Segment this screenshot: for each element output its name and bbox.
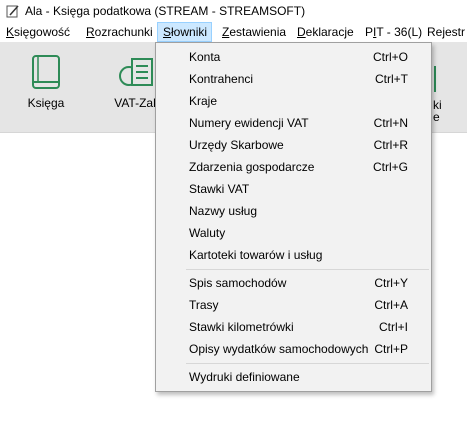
- window-title: Ala - Księga podatkowa (STREAM - STREAMS…: [25, 4, 306, 18]
- menu-deklaracje[interactable]: Deklaracje: [297, 22, 354, 42]
- menu-item-nazwy-uslug[interactable]: Nazwy usług: [156, 200, 431, 222]
- menu-item-stawki-kilometrowki[interactable]: Stawki kilometrówki Ctrl+I: [156, 316, 431, 338]
- menu-item-zdarzenia-gospodarcze[interactable]: Zdarzenia gospodarcze Ctrl+G: [156, 156, 431, 178]
- menu-pit-36l[interactable]: PIT - 36(L): [365, 22, 422, 42]
- menu-item-kartoteki-towarow-i-uslug[interactable]: Kartoteki towarów i usług: [156, 244, 431, 266]
- book-icon: [32, 55, 60, 89]
- menu-item-trasy[interactable]: Trasy Ctrl+A: [156, 294, 431, 316]
- menu-rozrachunki[interactable]: Rozrachunki: [86, 22, 153, 42]
- menu-item-wydruki-definiowane[interactable]: Wydruki definiowane: [156, 366, 431, 388]
- menu-item-waluty[interactable]: Waluty: [156, 222, 431, 244]
- menu-item-konta[interactable]: Konta Ctrl+O: [156, 46, 431, 68]
- menu-item-numery-ewidencji-vat[interactable]: Numery ewidencji VAT Ctrl+N: [156, 112, 431, 134]
- toolbar-ksiega-label: Księga: [27, 96, 65, 110]
- toolbar-partial-label-2: e: [433, 110, 440, 124]
- menu-ksiegowosc[interactable]: Księgowość: [6, 22, 70, 42]
- menu-slowniki[interactable]: Słowniki: [157, 22, 212, 42]
- menu-separator: [186, 363, 429, 364]
- menu-item-opisy-wydatkow-samochodowych[interactable]: Opisy wydatków samochodowych Ctrl+P: [156, 338, 431, 360]
- vat-purchase-icon: [119, 58, 153, 86]
- menu-item-kraje[interactable]: Kraje: [156, 90, 431, 112]
- slowniki-dropdown-menu: Konta Ctrl+O Kontrahenci Ctrl+T Kraje Nume…: [155, 42, 432, 392]
- menu-item-urzedy-skarbowe[interactable]: Urzędy Skarbowe Ctrl+R: [156, 134, 431, 156]
- title-bar: Ala - Księga podatkowa (STREAM - STREAMS…: [0, 0, 467, 22]
- menu-item-kontrahenci[interactable]: Kontrahenci Ctrl+T: [156, 68, 431, 90]
- menu-item-stawki-vat[interactable]: Stawki VAT: [156, 178, 431, 200]
- menu-bar: Księgowość Rozrachunki Słowniki Zestawie…: [0, 22, 467, 42]
- menu-zestawienia[interactable]: Zestawienia: [222, 22, 286, 42]
- menu-item-spis-samochodow[interactable]: Spis samochodów Ctrl+Y: [156, 272, 431, 294]
- menu-separator: [186, 269, 429, 270]
- menu-rejestr[interactable]: Rejestr: [427, 22, 465, 42]
- app-pen-icon: [6, 5, 19, 18]
- toolbar-ksiega-button[interactable]: Księga: [16, 42, 76, 132]
